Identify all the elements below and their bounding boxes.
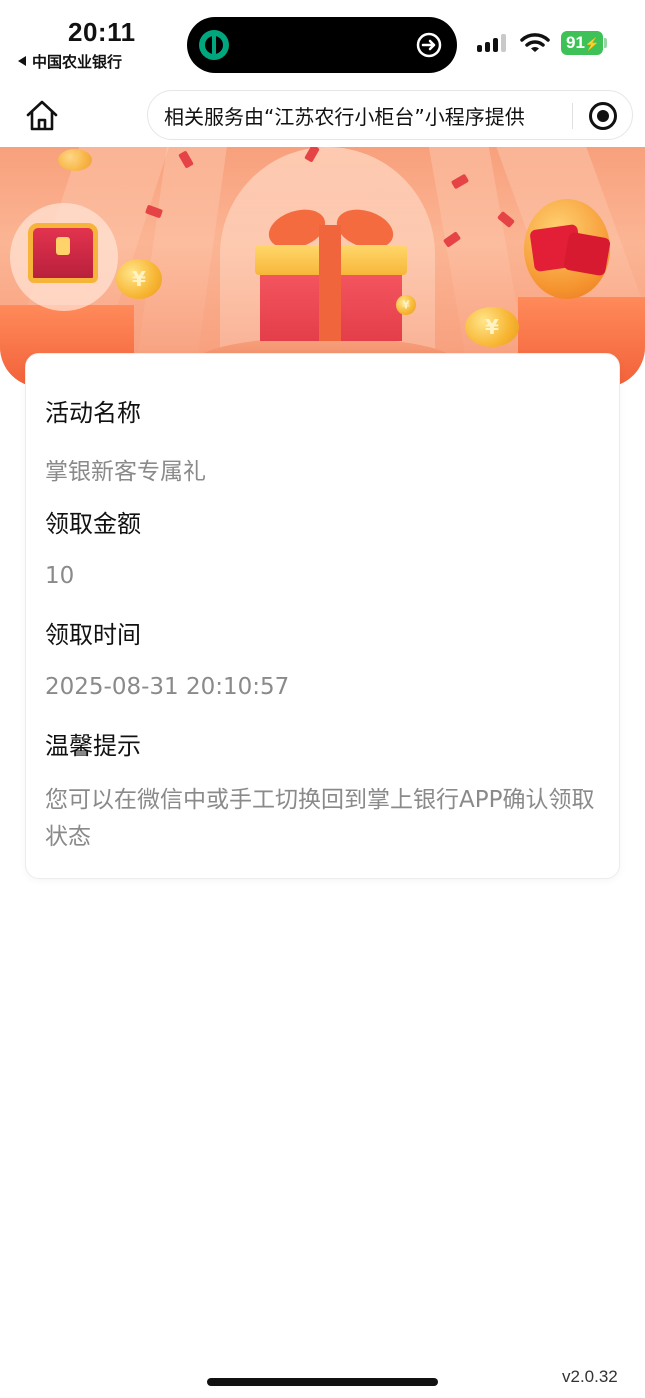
- status-bar: 20:11 中国农业银行 91⚡: [0, 0, 645, 82]
- yuan-coin-icon: ¥: [465, 307, 519, 347]
- reward-detail-card: 活动名称 掌银新客专属礼 领取金额 10 领取时间 2025-08-31 20:…: [25, 353, 620, 879]
- battery-level: 91: [566, 33, 585, 52]
- wifi-icon: [520, 33, 550, 52]
- service-provider-text: 相关服务由“江苏农行小柜台”小程序提供: [164, 105, 525, 129]
- battery-cap: [604, 38, 607, 48]
- yuan-coin-icon: ¥: [116, 259, 162, 299]
- back-to-app-link[interactable]: 中国农业银行: [18, 51, 122, 72]
- capsule-divider: [572, 103, 573, 129]
- activity-name-value: 掌银新客专属礼: [45, 459, 206, 485]
- home-indicator[interactable]: [207, 1378, 438, 1386]
- chest-lock-icon: [56, 237, 70, 255]
- tip-label: 温馨提示: [45, 732, 141, 760]
- record-target-icon[interactable]: [589, 102, 617, 130]
- activity-name-label: 活动名称: [45, 399, 141, 427]
- promo-banner: ¥ ¥ ¥: [0, 147, 645, 387]
- battery-icon: 91⚡: [561, 31, 603, 55]
- yuan-coin-icon: ¥: [396, 295, 416, 315]
- claim-amount-label: 领取金额: [45, 510, 141, 538]
- home-icon[interactable]: [20, 96, 64, 136]
- claim-amount-value: 10: [45, 563, 75, 589]
- abc-bank-logo-icon: [199, 30, 229, 60]
- gift-ribbon: [319, 225, 341, 341]
- status-time: 20:11: [68, 17, 136, 47]
- signal-icon: [477, 34, 511, 52]
- yuan-coin-icon: [58, 149, 92, 171]
- share-icon: [416, 32, 442, 58]
- dynamic-island: [187, 17, 457, 73]
- back-app-label: 中国农业银行: [32, 53, 123, 71]
- tip-value: 您可以在微信中或手工切换回到掌上银行APP确认领取状态: [45, 787, 595, 850]
- back-arrow-icon: [18, 56, 26, 66]
- claim-time-label: 领取时间: [45, 621, 141, 649]
- version-label: v2.0.32: [562, 1367, 618, 1386]
- claim-time-value: 2025-08-31 20:10:57: [45, 674, 290, 700]
- red-envelope-icon: [563, 231, 611, 277]
- service-provider-capsule[interactable]: 相关服务由“江苏农行小柜台”小程序提供: [147, 90, 633, 140]
- mini-program-nav-bar: 相关服务由“江苏农行小柜台”小程序提供: [0, 86, 645, 146]
